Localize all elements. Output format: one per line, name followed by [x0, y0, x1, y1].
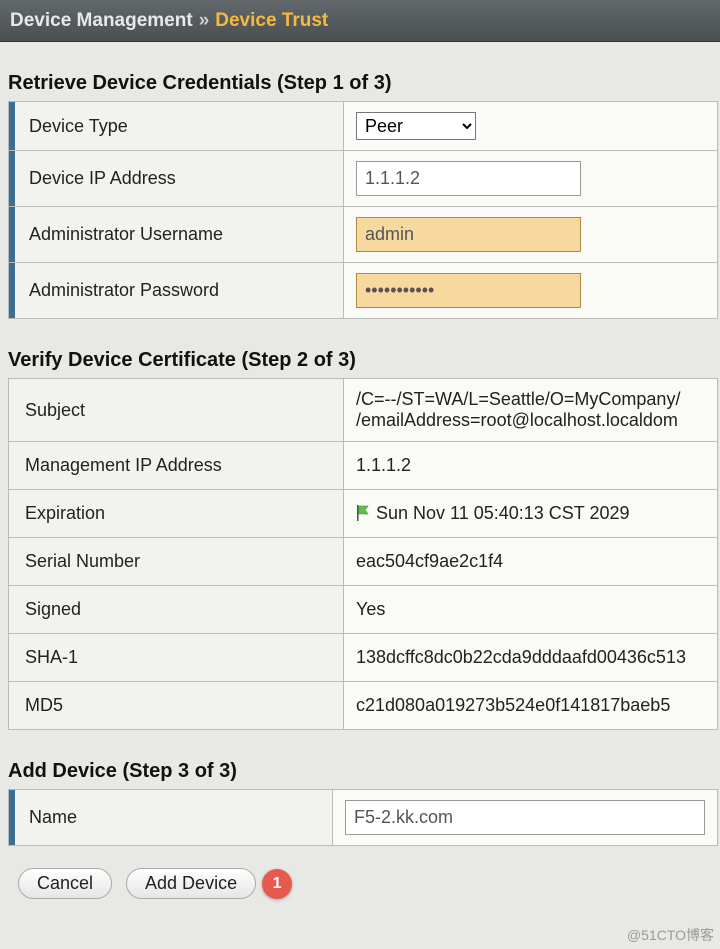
mgmt-ip-label: Management IP Address: [9, 442, 344, 490]
expiration-text: Sun Nov 11 05:40:13 CST 2029: [376, 503, 630, 523]
step2-table: Subject /C=--/ST=WA/L=Seattle/O=MyCompan…: [8, 378, 718, 730]
subject-value: /C=--/ST=WA/L=Seattle/O=MyCompany/ /emai…: [344, 379, 718, 442]
flag-icon: [356, 505, 370, 521]
serial-value: eac504cf9ae2c1f4: [344, 538, 718, 586]
name-label: Name: [9, 790, 333, 846]
breadcrumb-separator: »: [199, 10, 210, 32]
step1-heading: Retrieve Device Credentials (Step 1 of 3…: [8, 72, 720, 95]
subject-label: Subject: [9, 379, 344, 442]
footer-buttons: Cancel Add Device 1: [18, 868, 720, 899]
admin-password-label: Administrator Password: [9, 263, 344, 319]
device-ip-label: Device IP Address: [9, 151, 344, 207]
admin-username-input[interactable]: [356, 217, 581, 252]
sha1-value: 138dcffc8dc0b22cda9dddaafd00436c513: [344, 634, 718, 682]
name-input[interactable]: [345, 800, 705, 835]
md5-value: c21d080a019273b524e0f141817baeb5: [344, 682, 718, 730]
step3-table: Name: [8, 789, 718, 846]
expiration-value: Sun Nov 11 05:40:13 CST 2029: [344, 490, 718, 538]
admin-password-input[interactable]: [356, 273, 581, 308]
mgmt-ip-value: 1.1.1.2: [344, 442, 718, 490]
device-ip-input[interactable]: [356, 161, 581, 196]
device-type-label: Device Type: [9, 102, 344, 151]
device-type-select[interactable]: Peer: [356, 112, 476, 140]
signed-value: Yes: [344, 586, 718, 634]
watermark: @51CTO博客: [627, 925, 714, 945]
admin-username-label: Administrator Username: [9, 207, 344, 263]
expiration-label: Expiration: [9, 490, 344, 538]
annotation-badge: 1: [262, 869, 292, 899]
signed-label: Signed: [9, 586, 344, 634]
serial-label: Serial Number: [9, 538, 344, 586]
cancel-button[interactable]: Cancel: [18, 868, 112, 899]
step1-table: Device Type Peer Device IP Address Admin…: [8, 101, 718, 319]
add-device-button[interactable]: Add Device: [126, 868, 256, 899]
sha1-label: SHA-1: [9, 634, 344, 682]
breadcrumb-current: Device Trust: [215, 10, 328, 32]
step3-heading: Add Device (Step 3 of 3): [8, 760, 720, 783]
md5-label: MD5: [9, 682, 344, 730]
step2-heading: Verify Device Certificate (Step 2 of 3): [8, 349, 720, 372]
breadcrumb-parent[interactable]: Device Management: [10, 10, 193, 32]
breadcrumb: Device Management » Device Trust: [0, 0, 720, 42]
